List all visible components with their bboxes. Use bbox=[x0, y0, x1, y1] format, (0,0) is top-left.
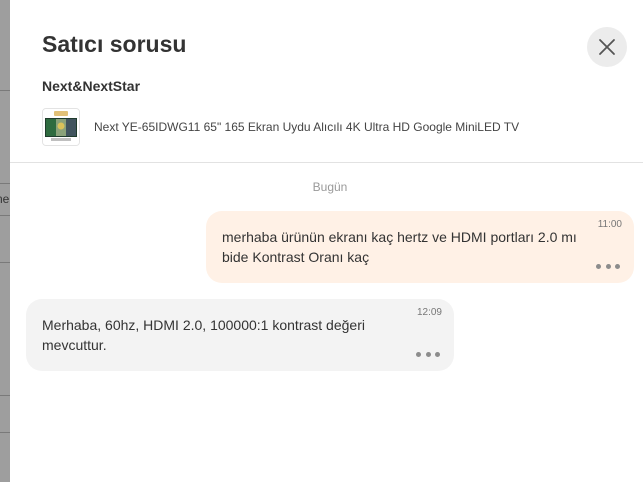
message-options-button[interactable] bbox=[596, 261, 620, 271]
more-dots-icon bbox=[416, 351, 421, 357]
header-divider bbox=[10, 162, 643, 163]
more-dots-icon bbox=[615, 263, 620, 269]
background-cut-text: ne bbox=[0, 192, 10, 206]
message-time: 11:00 bbox=[597, 219, 622, 230]
background-divider bbox=[0, 395, 10, 396]
message-line: mevcuttur. bbox=[42, 337, 107, 353]
date-separator: Bugün bbox=[312, 180, 348, 194]
message-text: merhaba ürünün ekranı kaç hertz ve HDMI … bbox=[222, 227, 592, 267]
outgoing-message: 11:00 merhaba ürünün ekranı kaç hertz ve… bbox=[206, 211, 634, 283]
message-options-button[interactable] bbox=[416, 349, 440, 359]
message-line: Merhaba, 60hz, HDMI 2.0, 100000:1 kontra… bbox=[42, 317, 365, 333]
close-button[interactable] bbox=[587, 27, 627, 67]
incoming-message: 12:09 Merhaba, 60hz, HDMI 2.0, 100000:1 … bbox=[26, 299, 454, 371]
message-time: 12:09 bbox=[416, 307, 442, 318]
tv-product-image bbox=[43, 109, 79, 145]
product-name[interactable]: Next YE-65IDWG11 65" 165 Ekran Uydu Alıc… bbox=[94, 120, 519, 134]
background-divider bbox=[0, 215, 10, 216]
background-divider bbox=[0, 262, 10, 263]
more-dots-icon bbox=[425, 351, 431, 357]
close-icon bbox=[599, 39, 615, 55]
message-text: Merhaba, 60hz, HDMI 2.0, 100000:1 kontra… bbox=[42, 315, 392, 355]
more-dots-icon bbox=[605, 263, 611, 269]
seller-name[interactable]: Next&NextStar bbox=[42, 77, 140, 95]
more-dots-icon bbox=[435, 351, 440, 357]
background-divider bbox=[0, 432, 10, 433]
product-thumbnail[interactable] bbox=[42, 108, 80, 146]
seller-question-modal: Satıcı sorusu Next&NextStar Next YE-65ID… bbox=[10, 0, 643, 482]
message-line: bide Kontrast Oranı kaç bbox=[222, 249, 370, 265]
background-page-edge: ne bbox=[0, 0, 10, 482]
product-info[interactable]: Next YE-65IDWG11 65" 165 Ekran Uydu Alıc… bbox=[42, 107, 622, 147]
more-dots-icon bbox=[596, 263, 601, 269]
background-divider bbox=[0, 183, 10, 184]
message-line: merhaba ürünün ekranı kaç hertz ve HDMI … bbox=[222, 229, 577, 245]
background-divider bbox=[0, 90, 10, 91]
modal-title: Satıcı sorusu bbox=[42, 31, 187, 57]
